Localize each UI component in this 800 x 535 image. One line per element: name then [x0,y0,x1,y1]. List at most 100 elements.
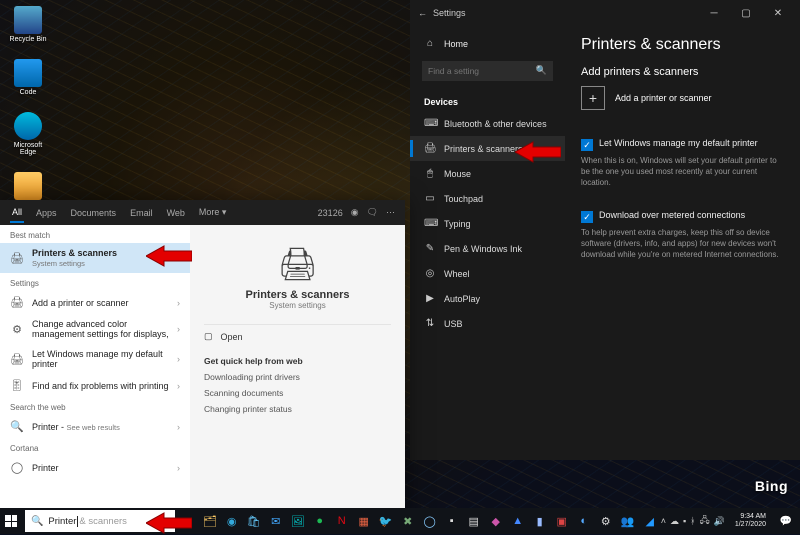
start-button[interactable] [0,508,23,534]
chevron-right-icon: › [177,354,180,364]
nav-item-wheel[interactable]: ◎Wheel [410,261,565,286]
chevron-right-icon: › [177,422,180,432]
yourphone-icon[interactable]: ▮ [529,508,551,534]
office-icon[interactable]: ▦ [353,508,375,534]
settings-title: Settings [433,8,466,18]
close-button[interactable]: ✕ [764,3,792,23]
rewards-icon[interactable]: ◉ [351,207,359,218]
mouse-icon: 🖱 [424,168,436,179]
result-add-printer[interactable]: 🖨Add a printer or scanner› [0,291,190,314]
help-scan-docs[interactable]: Scanning documents [204,385,391,401]
gear-icon: ⚙ [10,323,24,336]
nav-item-mouse[interactable]: 🖱Mouse [410,161,565,186]
nav-item-typing[interactable]: ⌨Typing [410,211,565,236]
tray-overflow-icon[interactable]: ˄ [661,516,666,526]
onedrive-icon[interactable]: ☁ [670,516,679,527]
back-icon[interactable]: ← [418,8,427,18]
app-icon[interactable]: ◐ [573,508,595,534]
search-detail-pane: 🖨 Printers & scanners System settings ▢O… [190,225,405,519]
volume-icon[interactable]: 🔊 [714,516,725,527]
tab-all[interactable]: All [10,203,24,223]
help-printer-status[interactable]: Changing printer status [204,401,391,417]
maximize-button[interactable]: ▢ [732,3,760,23]
feedback-icon[interactable]: 🗨 [367,207,378,218]
app-icon[interactable]: ▲ [507,508,529,534]
app-icon[interactable]: ▣ [551,508,573,534]
twitter-icon[interactable]: 🐦 [375,508,397,534]
detail-open[interactable]: ▢Open [204,324,391,348]
explorer-icon[interactable]: 🗂 [199,508,221,534]
section-add-printers: Add printers & scanners [581,66,784,78]
tab-apps[interactable]: Apps [34,204,59,222]
checkbox-icon: ✓ [581,211,593,223]
page-title: Printers & scanners [581,36,784,54]
settings-icon[interactable]: ⚙ [595,508,617,534]
search-icon: 🔍 [536,65,547,76]
result-color-mgmt[interactable]: ⚙Change advanced color management settin… [0,314,190,344]
desktop-icon-recycle[interactable]: Recycle Bin [6,6,50,43]
pen-icon: ✎ [424,243,436,254]
nav-item-touchpad[interactable]: ▭Touchpad [410,186,565,211]
result-web-printer[interactable]: 🔍Printer - See web results› [0,415,190,438]
edge-icon[interactable]: ◉ [221,508,243,534]
settings-search-input[interactable] [422,61,553,81]
network-icon[interactable]: 🖧 [700,513,710,529]
tray-icon[interactable]: ▪ [683,516,686,526]
app-icon[interactable]: ◆ [485,508,507,534]
usb-icon: ⇅ [424,318,436,329]
chevron-right-icon: › [177,298,180,308]
tab-documents[interactable]: Documents [69,204,119,222]
cortana-icon[interactable]: ◯ [419,508,441,534]
minimize-button[interactable]: ─ [700,3,728,23]
search-icon: 🔍 [31,516,43,527]
desktop-icon-code[interactable]: Code [6,59,50,96]
nav-item-autoplay[interactable]: ▶AutoPlay [410,286,565,311]
bing-watermark: Bing [755,478,788,494]
settings-icon: 🎚 [10,379,24,392]
taskbar-clock[interactable]: 9:34 AM 1/27/2020 [729,513,772,528]
chevron-right-icon: › [177,324,180,334]
add-printer-button[interactable]: + Add a printer or scanner [581,86,784,110]
checkbox-default-printer[interactable]: ✓ Let Windows manage my default printer [581,138,784,151]
tab-more[interactable]: More ▾ [197,203,229,222]
nav-item-usb[interactable]: ⇅USB [410,311,565,336]
result-troubleshoot-print[interactable]: 🎚Find and fix problems with printing› [0,374,190,397]
bluetooth-icon[interactable]: ᚼ [690,516,695,526]
settings-window: ← Settings ─ ▢ ✕ ⌂Home 🔍 Devices ⌨Blueto… [410,0,800,460]
nav-home[interactable]: ⌂Home [410,32,565,55]
chevron-right-icon: › [177,381,180,391]
printer-icon: 🖨 [10,252,24,265]
checkbox-icon: ✓ [581,139,593,151]
ellipsis-icon[interactable]: ⋯ [386,207,395,218]
rewards-points[interactable]: 23126 [318,208,343,218]
taskbar-pinned: ⊞ 🗂 ◉ 🛍 ✉ 🖼 ● N ▦ 🐦 ✖ ◯ ▪ ▤ ◆ ▲ ▮ ▣ ◐ ⚙ … [177,508,661,534]
calculator-icon[interactable]: ▤ [463,508,485,534]
checkbox-metered[interactable]: ✓ Download over metered connections [581,210,784,223]
search-results-list: Best match 🖨 Printers & scannersSystem s… [0,225,190,519]
terminal-icon[interactable]: ▪ [441,508,463,534]
tab-email[interactable]: Email [128,204,155,222]
nav-section-devices: Devices [410,87,565,111]
settings-titlebar[interactable]: ← Settings ─ ▢ ✕ [410,0,800,26]
printer-icon: 🖨 [10,296,24,309]
netflix-icon[interactable]: N [331,508,353,534]
spotify-icon[interactable]: ● [309,508,331,534]
help-download-drivers[interactable]: Downloading print drivers [204,369,391,385]
nav-item-pen[interactable]: ✎Pen & Windows Ink [410,236,565,261]
action-center-icon[interactable]: 💬 [776,508,796,534]
settings-nav: ⌂Home 🔍 Devices ⌨Bluetooth & other devic… [410,26,565,460]
mail-icon[interactable]: ✉ [265,508,287,534]
desktop-icon-edge[interactable]: Microsoft Edge [6,112,50,156]
vscode-icon[interactable]: ◢ [639,508,661,534]
start-search-panel: All Apps Documents Email Web More ▾ 2312… [0,200,405,519]
tab-web[interactable]: Web [165,204,187,222]
xbox-icon[interactable]: ✖ [397,508,419,534]
photos-icon[interactable]: 🖼 [287,508,309,534]
result-default-printer[interactable]: 🖨Let Windows manage my default printer› [0,344,190,374]
nav-item-bluetooth[interactable]: ⌨Bluetooth & other devices [410,111,565,136]
store-icon[interactable]: 🛍 [243,508,265,534]
open-icon: ▢ [204,331,213,342]
result-cortana-printer[interactable]: ◯Printer› [0,456,190,479]
detail-title: Printers & scanners [246,289,350,301]
teams-icon[interactable]: 👥 [617,508,639,534]
